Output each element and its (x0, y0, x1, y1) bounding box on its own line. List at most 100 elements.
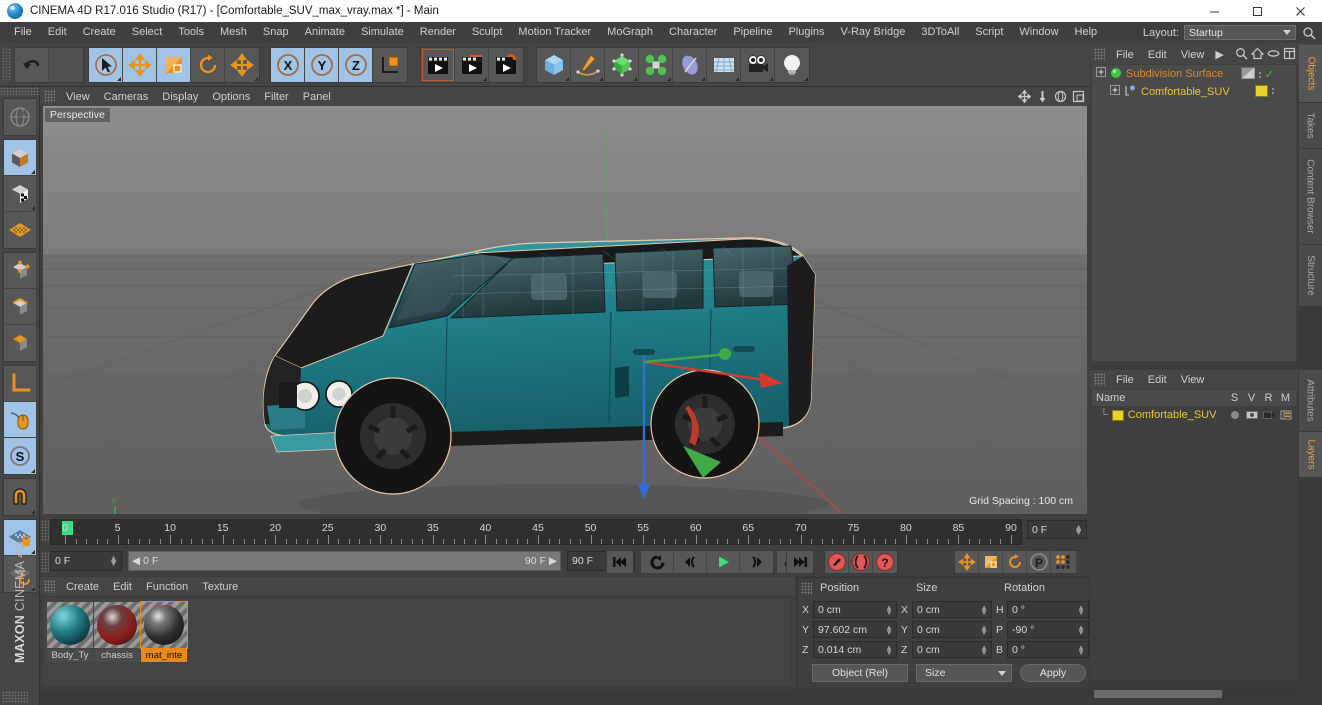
next-frame-button[interactable] (740, 551, 773, 573)
tab-attributes[interactable]: Attributes (1299, 370, 1322, 432)
rotation-h-field[interactable]: 0 ° ▲ ▼ (1007, 601, 1089, 618)
layer-menu-view[interactable]: View (1174, 374, 1212, 386)
viewport-menu-panel[interactable]: Panel (296, 91, 338, 103)
layer-visible-toggle[interactable] (1243, 410, 1260, 420)
menu-file[interactable]: File (6, 22, 40, 43)
redo-button[interactable] (49, 48, 83, 82)
add-deformer-button[interactable] (673, 48, 707, 82)
menu-tools[interactable]: Tools (170, 22, 212, 43)
size-y-field[interactable]: 0 cm ▲ ▼ (912, 621, 992, 638)
material-menu-function[interactable]: Function (139, 581, 195, 593)
rotation-b-field[interactable]: 0 ° ▲ ▼ (1007, 641, 1089, 658)
coordinate-mode-dropdown[interactable]: Object (Rel) (812, 664, 908, 682)
layer-menu-file[interactable]: File (1109, 374, 1141, 386)
move-tool[interactable] (123, 48, 157, 82)
go-to-end-button[interactable] (787, 551, 813, 573)
material-menu-texture[interactable]: Texture (195, 581, 245, 593)
scale-key-button[interactable] (979, 551, 1003, 573)
tab-structure[interactable]: Structure (1299, 245, 1322, 307)
position-z-field[interactable]: 0.014 cm ▲ ▼ (813, 641, 897, 658)
horizontal-scrollbar[interactable] (1090, 688, 1300, 700)
layer-row[interactable]: └ Comfortable_SUV (1092, 407, 1296, 423)
layer-solo-toggle[interactable] (1226, 411, 1243, 419)
timeline-frame-field[interactable]: 0 F ▲ ▼ (1027, 520, 1087, 539)
spinner-icon[interactable]: ▲▼ (1077, 644, 1085, 657)
timeline-ruler[interactable]: 0 5 10 15 20 25 30 35 40 45 50 55 60 65 70 75 80 85 90 (50, 519, 1022, 545)
coordinates-grip[interactable] (801, 581, 812, 595)
menu-sculpt[interactable]: Sculpt (464, 22, 511, 43)
size-mode-dropdown[interactable]: Size (916, 664, 1012, 682)
menu-motion-tracker[interactable]: Motion Tracker (510, 22, 599, 43)
workplane-mode-button[interactable] (4, 212, 36, 248)
spinner-icon[interactable]: ▲▼ (885, 644, 893, 657)
layer-menu-edit[interactable]: Edit (1141, 374, 1174, 386)
search-icon[interactable] (1235, 47, 1248, 63)
autokeying-button[interactable] (849, 551, 873, 573)
apply-button[interactable]: Apply (1020, 664, 1086, 682)
viewport-menu-options[interactable]: Options (205, 91, 257, 103)
transport-grip[interactable] (41, 552, 49, 572)
rotation-p-field[interactable]: -90 ° ▲ ▼ (1007, 621, 1089, 638)
object-tree[interactable]: Subdivision Surface ✓ 0 Comfortable_SUV (1092, 65, 1296, 361)
home-icon[interactable] (1250, 47, 1265, 63)
menu-script[interactable]: Script (967, 22, 1011, 43)
toolbar-grip[interactable] (2, 48, 11, 82)
lock-y-axis-button[interactable]: Y (305, 48, 339, 82)
dolly-icon[interactable] (1035, 89, 1050, 104)
range-right-arrow-icon[interactable]: ▶ (549, 555, 557, 567)
material-item-chassis[interactable]: chassis (94, 602, 140, 662)
menu-simulate[interactable]: Simulate (353, 22, 412, 43)
record-active-objects-button[interactable] (825, 551, 849, 573)
menu-animate[interactable]: Animate (297, 22, 353, 43)
points-mode-button[interactable] (4, 253, 36, 289)
lock-x-axis-button[interactable]: X (271, 48, 305, 82)
keyframe-selection-button[interactable]: ? (873, 551, 897, 573)
menu-render[interactable]: Render (412, 22, 464, 43)
texture-mode-button[interactable] (4, 176, 36, 212)
tab-layers[interactable]: Layers (1299, 432, 1322, 478)
add-mograph-button[interactable] (639, 48, 673, 82)
scale-tool[interactable] (157, 48, 191, 82)
menu-vray-bridge[interactable]: V-Ray Bridge (833, 22, 914, 43)
menu-mograph[interactable]: MoGraph (599, 22, 661, 43)
parent-move-tool[interactable] (225, 48, 259, 82)
object-menu-edit[interactable]: Edit (1141, 49, 1174, 61)
chevron-right-icon[interactable]: ▶ (1211, 48, 1227, 61)
scrollbar-thumb[interactable] (1094, 690, 1222, 698)
spinner-icon[interactable]: ▲▼ (1077, 604, 1085, 617)
material-menu-create[interactable]: Create (59, 581, 106, 593)
menu-help[interactable]: Help (1067, 22, 1106, 43)
spinner-icon[interactable]: ▲▼ (980, 604, 988, 617)
spinner-icon[interactable]: ▲▼ (1077, 624, 1085, 637)
menu-select[interactable]: Select (124, 22, 171, 43)
menu-window[interactable]: Window (1011, 22, 1066, 43)
viewport-3d-canvas[interactable]: Y Z X Perspective Grid Spacing : 100 cm (43, 106, 1087, 514)
material-menu-edit[interactable]: Edit (106, 581, 139, 593)
preview-range-slider[interactable]: ◀ 0 F 90 F ▶ (128, 551, 561, 571)
spinner-icon[interactable]: ▲▼ (885, 604, 893, 617)
soft-selection-button[interactable]: S (4, 438, 36, 474)
layer-render-toggle[interactable] (1260, 410, 1277, 420)
add-camera-button[interactable] (741, 48, 775, 82)
object-menu-view[interactable]: View (1174, 49, 1212, 61)
point-level-animation-button[interactable] (1051, 551, 1075, 573)
material-item-interior[interactable]: mat_inte (140, 601, 188, 662)
viewport-menu-cameras[interactable]: Cameras (97, 91, 156, 103)
edit-render-settings-button[interactable] (489, 48, 523, 82)
spinner-icon[interactable]: ▲▼ (109, 554, 118, 568)
layer-manager-grip[interactable] (1094, 373, 1105, 386)
menu-snap[interactable]: Snap (255, 22, 297, 43)
range-left-arrow-icon[interactable]: ◀ (132, 555, 140, 567)
material-panel-grip[interactable] (44, 580, 55, 593)
orbit-icon[interactable] (1053, 89, 1068, 104)
undo-button[interactable] (15, 48, 49, 82)
left-toolbar-grip[interactable] (0, 87, 40, 95)
menu-pipeline[interactable]: Pipeline (725, 22, 780, 43)
menu-character[interactable]: Character (661, 22, 725, 43)
current-frame-field[interactable]: 0 F ▲ ▼ (50, 551, 122, 571)
spinner-icon[interactable]: ▲▼ (980, 644, 988, 657)
menu-edit[interactable]: Edit (40, 22, 75, 43)
material-tag-swatch[interactable] (1255, 85, 1268, 97)
go-to-start-button[interactable] (607, 551, 633, 573)
material-item-body[interactable]: Body_Ty (47, 602, 93, 662)
